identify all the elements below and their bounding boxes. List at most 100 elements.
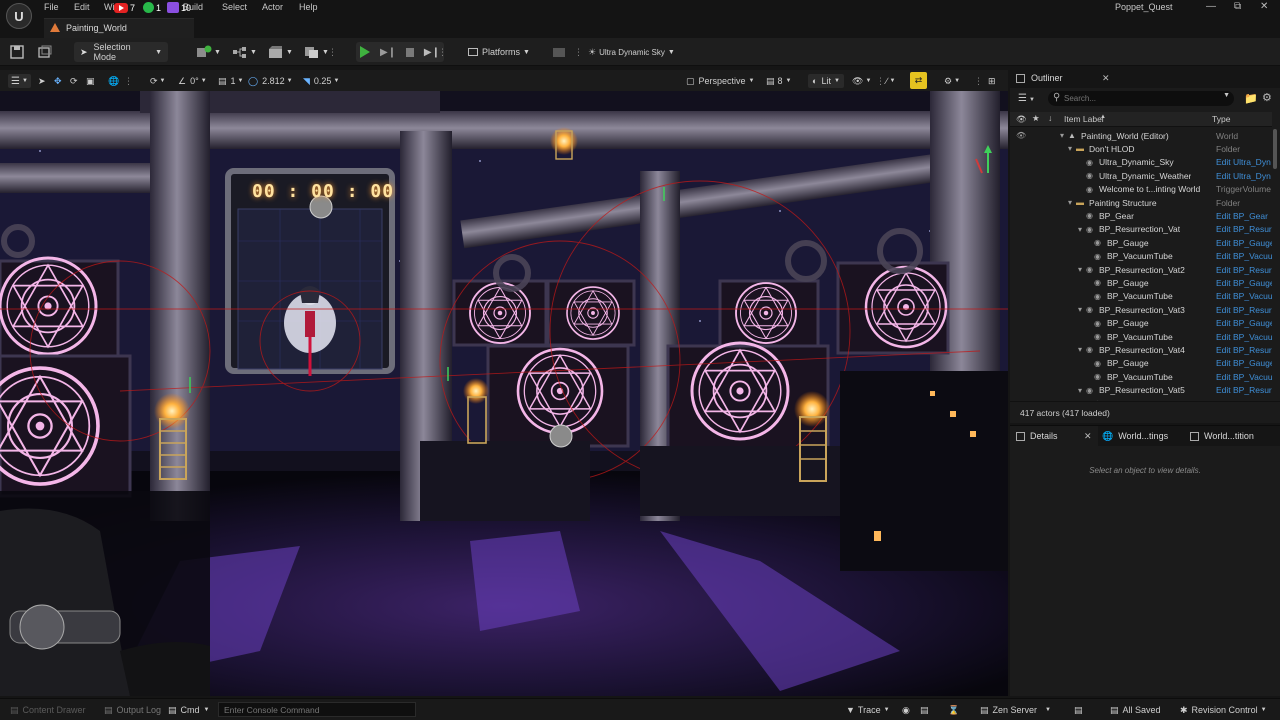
column-type[interactable]: Type (1212, 114, 1230, 124)
scale-snap-value[interactable]: ▤ 1 ▼ (218, 74, 243, 88)
rotate-tool-icon[interactable]: ⟳ (70, 74, 78, 88)
outliner-row[interactable]: 👁 ▾ ▲ Painting_World (Editor) World (1010, 129, 1272, 142)
close-window-icon[interactable]: ✕ (1260, 1, 1268, 12)
gear-icon[interactable]: ⚙ (1262, 91, 1272, 104)
outliner-tab[interactable]: Outliner ✕ (1010, 68, 1280, 88)
hourglass-icon[interactable]: ⌛ (948, 703, 959, 717)
outliner-row[interactable]: ◉ BP_VacuumTube Edit BP_Vacuu (1010, 370, 1272, 383)
edit-blueprint-link[interactable]: Edit BP_Gauge (1216, 278, 1272, 288)
world-space-icon[interactable]: 🌐 (108, 74, 119, 88)
edit-blueprint-link[interactable]: Edit BP_Gauge (1216, 318, 1272, 328)
tab-world-settings[interactable]: 🌐 World...tings (1102, 426, 1182, 446)
edit-blueprint-link[interactable]: Edit BP_Vacuu (1216, 251, 1272, 261)
stats-icon[interactable]: ▤ (1074, 703, 1083, 717)
outliner-row[interactable]: ▾ ◉ BP_Resurrection_Vat Edit BP_Resur (1010, 223, 1272, 236)
outliner-scrollbar[interactable] (1272, 129, 1278, 399)
viewport-menu-button[interactable]: ☰ ▼ (8, 74, 31, 88)
select-tool-icon[interactable]: ➤ (38, 74, 46, 88)
outliner-row[interactable]: ▾ ◉ BP_Resurrection_Vat5 Edit BP_Resur (1010, 384, 1272, 397)
cinematics-button[interactable]: ▼ (268, 42, 293, 62)
restore-icon[interactable]: ⧉ (1234, 1, 1241, 12)
visibility-eye-icon[interactable]: 👁 (1016, 131, 1026, 140)
outliner-search-field[interactable]: ⚲ ▼ (1048, 91, 1234, 106)
edit-blueprint-link[interactable]: Edit BP_Gauge (1216, 358, 1272, 368)
menu-file[interactable]: File (44, 2, 59, 12)
outliner-row[interactable]: ▾ ▬ Don't HLOD Folder (1010, 142, 1272, 155)
snap-toggle-icon[interactable]: ⇄ (910, 72, 927, 89)
level-viewport[interactable]: 00 : 00 : 00 (0, 91, 1008, 696)
translate-tool-icon[interactable]: ✥ (54, 74, 62, 88)
outliner-row[interactable]: ◉ BP_Gauge Edit BP_Gauge (1010, 317, 1272, 330)
menu-edit[interactable]: Edit (74, 2, 90, 12)
expand-arrow-icon[interactable]: ▾ (1068, 144, 1072, 153)
menu-help[interactable]: Help (299, 2, 318, 12)
rotation-snap-toggle[interactable]: ⟳ ▼ (150, 74, 166, 88)
viewport-more-icon[interactable]: ⋮ (876, 74, 885, 88)
scale-tool-icon[interactable]: ▣ (86, 74, 95, 88)
outliner-row[interactable]: ◉ Ultra_Dynamic_Weather Edit Ultra_Dyn (1010, 169, 1272, 182)
outliner-row[interactable]: ◉ Welcome to t...inting World TriggerVolum… (1010, 183, 1272, 196)
play-options-icon[interactable]: ⋮ (438, 42, 447, 62)
outliner-search-input[interactable] (1064, 92, 1222, 104)
outliner-row[interactable]: ▾ ◉ BP_Resurrection_Vat4 Edit BP_Resur (1010, 343, 1272, 356)
step-icon[interactable]: ▶❙ (380, 47, 396, 58)
outliner-row[interactable]: ◉ BP_Gauge Edit BP_Gauge (1010, 236, 1272, 249)
viewport-settings-button[interactable]: ⚙ ▼ (944, 74, 960, 88)
lit-dropdown[interactable]: ◐ Lit ▼ (808, 74, 844, 88)
column-item-label[interactable]: Item Label (1064, 114, 1104, 124)
stop-icon[interactable] (406, 47, 414, 57)
platforms-dropdown[interactable]: Platforms ▼ (468, 42, 530, 62)
edit-blueprint-link[interactable]: Edit Ultra_Dyn (1216, 157, 1272, 167)
outliner-row[interactable]: ◉ BP_Gauge Edit BP_Gauge (1010, 276, 1272, 289)
blueprint-button[interactable]: ▼ (232, 42, 257, 62)
settings-toolbar-icon[interactable] (552, 42, 566, 62)
edit-blueprint-link[interactable]: Edit BP_Resur (1216, 345, 1272, 355)
output-log-button[interactable]: ▤ Output Log (104, 703, 161, 717)
pin-column-icon[interactable]: ↓ (1048, 113, 1052, 123)
edit-blueprint-link[interactable]: Edit BP_Resur (1216, 385, 1272, 395)
close-tab-icon[interactable]: ✕ (1084, 431, 1092, 442)
expand-arrow-icon[interactable]: ▾ (1060, 131, 1064, 140)
unreal-logo-icon[interactable]: U (6, 3, 32, 29)
visibility-column-icon[interactable]: 👁 (1016, 114, 1027, 125)
expand-arrow-icon[interactable]: ▾ (1078, 225, 1082, 234)
tab-world-partition[interactable]: World...tition (1190, 426, 1278, 446)
toolbar-more-icon-2[interactable]: ⋮ (574, 42, 583, 62)
save-icon[interactable] (10, 42, 24, 62)
screenshot-icon[interactable]: ▤ (920, 703, 929, 717)
outliner-row[interactable]: ◉ BP_Gear Edit BP_Gear (1010, 209, 1272, 222)
tab-details[interactable]: Details ✕ (1010, 426, 1098, 446)
outliner-row[interactable]: ◉ BP_VacuumTube Edit BP_Vacuu (1010, 290, 1272, 303)
content-drawer-button[interactable]: ▤ Content Drawer (10, 703, 86, 717)
outliner-row[interactable]: ▾ ◉ BP_Resurrection_Vat3 Edit BP_Resur (1010, 303, 1272, 316)
expand-arrow-icon[interactable]: ▾ (1078, 265, 1082, 274)
play-icon[interactable] (360, 46, 370, 58)
minimize-icon[interactable]: — (1206, 1, 1216, 12)
add-actor-button[interactable]: ▼ (196, 42, 221, 62)
outliner-row[interactable]: ◉ BP_VacuumTube Edit BP_Vacuu (1010, 250, 1272, 263)
expand-arrow-icon[interactable]: ▾ (1078, 345, 1082, 354)
layout-icon[interactable]: ⊞ (988, 74, 996, 88)
content-browser-icon[interactable] (38, 42, 52, 62)
grid-value[interactable]: ◥ 0.25 ▼ (303, 74, 339, 88)
outliner-row[interactable]: ▾ ◉ BP_Resurrection_Vat2 Edit BP_Resur (1010, 263, 1272, 276)
edit-blueprint-link[interactable]: Edit Ultra_Dyn (1216, 171, 1272, 181)
realtime-toggle[interactable]: ∕ ▼ (886, 74, 895, 88)
level-tab[interactable]: Painting_World (44, 18, 194, 38)
transform-more-icon[interactable]: ⋮ (124, 74, 133, 88)
edit-blueprint-link[interactable]: Edit BP_Vacuu (1216, 291, 1272, 301)
camera-speed-value[interactable]: ◯ 2.812 ▼ (248, 74, 293, 88)
trace-dropdown[interactable]: ▼ Trace ▼ (846, 703, 890, 717)
ultra-dynamic-sky-dropdown[interactable]: ☀ Ultra Dynamic Sky ▼ (588, 42, 675, 62)
edit-blueprint-link[interactable]: Edit BP_Resur (1216, 265, 1272, 275)
zen-server-dropdown[interactable]: ▤ Zen Server ▼ (980, 703, 1051, 717)
console-command-input[interactable] (218, 702, 416, 717)
add-folder-icon[interactable]: 📁 (1244, 92, 1258, 105)
cmd-dropdown[interactable]: ▤ Cmd ▼ (168, 703, 209, 717)
modes-button[interactable]: ▼ (304, 42, 329, 62)
edit-blueprint-link[interactable]: Edit BP_Gear (1216, 211, 1272, 221)
all-saved-button[interactable]: ▤ All Saved (1110, 703, 1161, 717)
edit-blueprint-link[interactable]: Edit BP_Resur (1216, 224, 1272, 234)
favorite-column-icon[interactable]: ★ (1032, 113, 1040, 124)
close-tab-icon[interactable]: ✕ (1102, 73, 1110, 84)
